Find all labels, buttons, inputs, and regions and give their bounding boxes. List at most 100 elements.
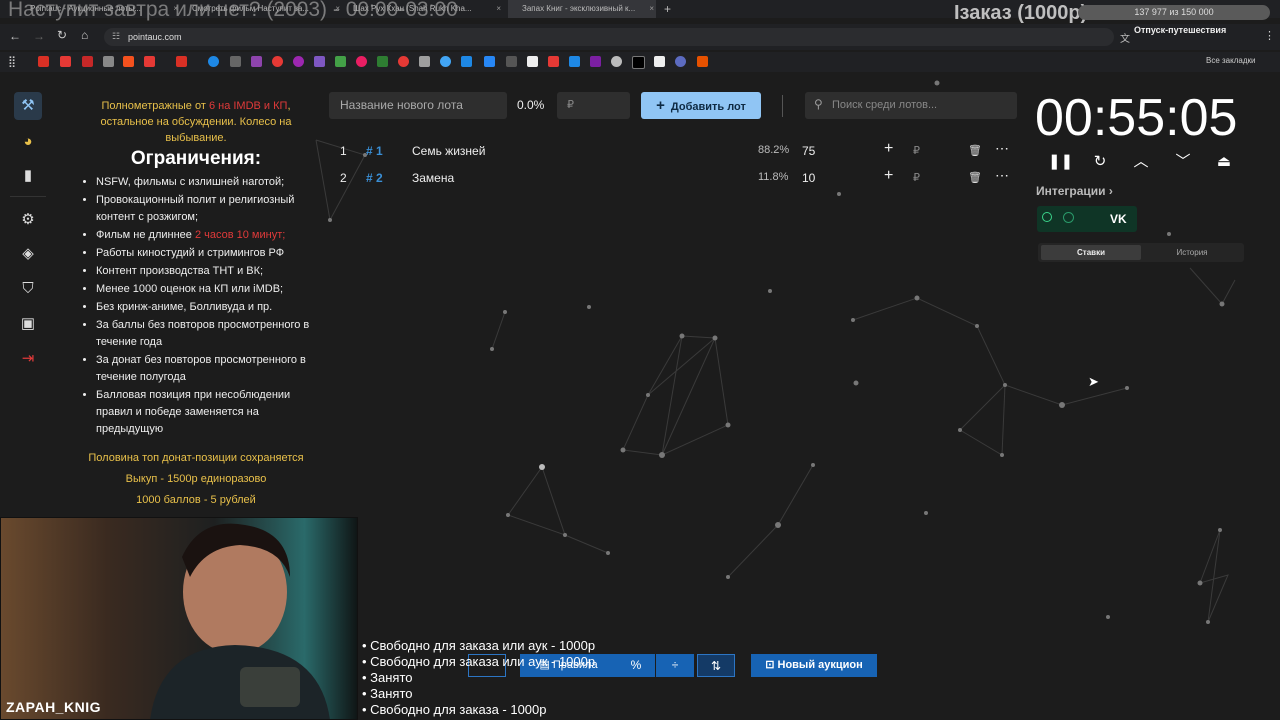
reload-icon[interactable]: ↻ (57, 28, 67, 42)
apps-icon[interactable]: ⣿ (8, 55, 16, 68)
bookmark-icon[interactable] (461, 56, 472, 67)
logout-icon[interactable]: ⇥ (14, 345, 42, 373)
sort-icon[interactable]: ⇅ (697, 654, 735, 677)
bookmark-icon[interactable] (398, 56, 409, 67)
bookmark-icon[interactable] (675, 56, 686, 67)
url-bar[interactable]: pointauc.com (104, 28, 1114, 46)
lot-id[interactable]: # 2 (366, 171, 383, 185)
bookmark-icon[interactable] (176, 56, 187, 67)
bookmark-icon[interactable] (230, 56, 241, 67)
bookmark-icon[interactable] (569, 56, 580, 67)
loading-icon[interactable] (1063, 212, 1074, 223)
menu-icon[interactable]: ⋮ (1264, 29, 1275, 42)
new-auction-icon: ⊡ (765, 659, 778, 671)
home-icon[interactable]: ⌂ (81, 28, 88, 42)
lot-currency[interactable]: ₽ (913, 144, 920, 157)
bookmark-icon[interactable] (611, 56, 622, 67)
vk-integration-badge[interactable]: VK (1110, 212, 1127, 226)
trash-icon[interactable]: 🗑 (968, 171, 982, 184)
bookmark-icon[interactable] (123, 56, 134, 67)
lot-name-input[interactable]: Название нового лота (329, 92, 507, 119)
new-auction-label: Новый аукцион (777, 659, 863, 671)
more-icon[interactable]: ⋯ (995, 140, 1009, 157)
rule-item: NSFW, фильмы с излишней наготой; (96, 174, 314, 191)
percent-icon[interactable]: % (617, 654, 655, 677)
tab-bids[interactable]: Ставки (1041, 245, 1141, 260)
lot-row[interactable]: 1 # 1 Семь жизней 88.2% 75 + ₽ 🗑 ⋯ (326, 138, 1016, 164)
lot-id[interactable]: # 1 (366, 144, 383, 158)
bookmark-icon[interactable] (60, 56, 71, 67)
bookmark-icon[interactable] (506, 56, 517, 67)
integrations-toggle[interactable]: Интеграции › (1036, 184, 1113, 198)
site-info-icon[interactable]: ☷ (112, 31, 120, 42)
bookmark-icon[interactable] (527, 56, 538, 67)
lot-amount: 10 (802, 171, 816, 185)
lot-row[interactable]: 2 # 2 Замена 11.8% 10 + ₽ 🗑 ⋯ (326, 165, 1016, 191)
tab-label: Запах Книг - эксклюзивный к... (522, 4, 636, 13)
close-icon[interactable]: × (649, 0, 654, 18)
bookmark-icon[interactable] (632, 56, 645, 69)
add-bid-icon[interactable]: + (884, 140, 893, 158)
translate-icon[interactable]: 文 (1120, 30, 1130, 45)
status-dot-icon[interactable] (1042, 212, 1052, 222)
rule-item: Контент производства ТНТ и ВК; (96, 263, 314, 280)
bookmark-icon[interactable] (377, 56, 388, 67)
bookmark-icon[interactable] (484, 56, 495, 67)
new-tab-button[interactable]: + (664, 0, 678, 18)
stats-icon[interactable]: ▮ (14, 162, 42, 190)
chevron-up-icon[interactable]: ︿ (1130, 151, 1152, 173)
split-icon[interactable]: ÷ (656, 654, 694, 677)
trash-icon[interactable]: 🗑 (968, 144, 982, 157)
bookmark-icon[interactable] (103, 56, 114, 67)
lot-amount-input[interactable]: ₽ (557, 92, 630, 119)
chevron-right-icon: › (1105, 184, 1113, 198)
lot-index: 2 (340, 171, 347, 185)
bookmark-icon[interactable] (590, 56, 601, 67)
bookmark-icon[interactable] (440, 56, 451, 67)
lot-name[interactable]: Семь жизней (412, 144, 485, 158)
bookmark-icon[interactable] (356, 56, 367, 67)
tab-history[interactable]: История (1142, 245, 1242, 260)
bookmark-icon[interactable] (82, 56, 93, 67)
bookmark-icon[interactable] (335, 56, 346, 67)
bookmark-icon[interactable] (144, 56, 155, 67)
media-icon[interactable]: ▣ (14, 310, 42, 338)
shield-icon[interactable]: ⛉ (14, 275, 42, 303)
lot-search-input[interactable]: Поиск среди лотов... (805, 92, 1017, 119)
restart-icon[interactable]: ↻ (1089, 151, 1111, 173)
rule-item: За баллы без повторов просмотренного в т… (96, 317, 314, 351)
order-slots-overlay: • Свободно для заказа или аук - 1000р • … (362, 638, 595, 718)
bookmark-icon[interactable] (272, 56, 283, 67)
settings-icon[interactable]: ⚙ (14, 206, 42, 234)
bookmark-icon[interactable] (697, 56, 708, 67)
bookmark-icon[interactable] (654, 56, 665, 67)
bookmark-icon[interactable] (251, 56, 262, 67)
eject-icon[interactable]: ⏏ (1213, 151, 1235, 173)
rules-footer-line: 1000 баллов - 5 рублей (136, 494, 256, 506)
new-auction-button[interactable]: ⊡ Новый аукцион (751, 654, 877, 677)
back-icon[interactable]: ← (9, 29, 21, 43)
all-bookmarks[interactable]: Все закладки (1206, 56, 1255, 65)
add-bid-icon[interactable]: + (884, 167, 893, 185)
bookmark-icon[interactable] (314, 56, 325, 67)
lot-name[interactable]: Замена (412, 171, 454, 185)
forward-icon[interactable]: → (33, 29, 45, 43)
rule-text: Фильм не длиннее (96, 229, 195, 241)
auction-hammer-icon[interactable]: ⚒ (14, 92, 42, 120)
bookmark-icon[interactable] (208, 56, 219, 67)
bookmark-icon[interactable] (293, 56, 304, 67)
layers-icon[interactable]: ◈ (14, 240, 42, 268)
wheel-icon[interactable]: ◕ (14, 128, 42, 156)
more-icon[interactable]: ⋯ (995, 167, 1009, 184)
bookmark-icon[interactable] (419, 56, 430, 67)
bookmark-icon[interactable] (38, 56, 49, 67)
mouse-cursor-icon: ➤ (1088, 374, 1099, 389)
add-lot-button[interactable]: + Добавить лот (641, 92, 761, 119)
chevron-down-icon[interactable]: ﹀ (1172, 151, 1194, 173)
toolbar-divider (782, 95, 783, 117)
bookmark-icon[interactable] (548, 56, 559, 67)
browser-tab[interactable]: Запах Книг - эксклюзивный к... × (508, 0, 656, 18)
pause-icon[interactable]: ❚❚ (1048, 151, 1073, 173)
lot-currency[interactable]: ₽ (913, 171, 920, 184)
close-icon[interactable]: × (496, 0, 501, 18)
